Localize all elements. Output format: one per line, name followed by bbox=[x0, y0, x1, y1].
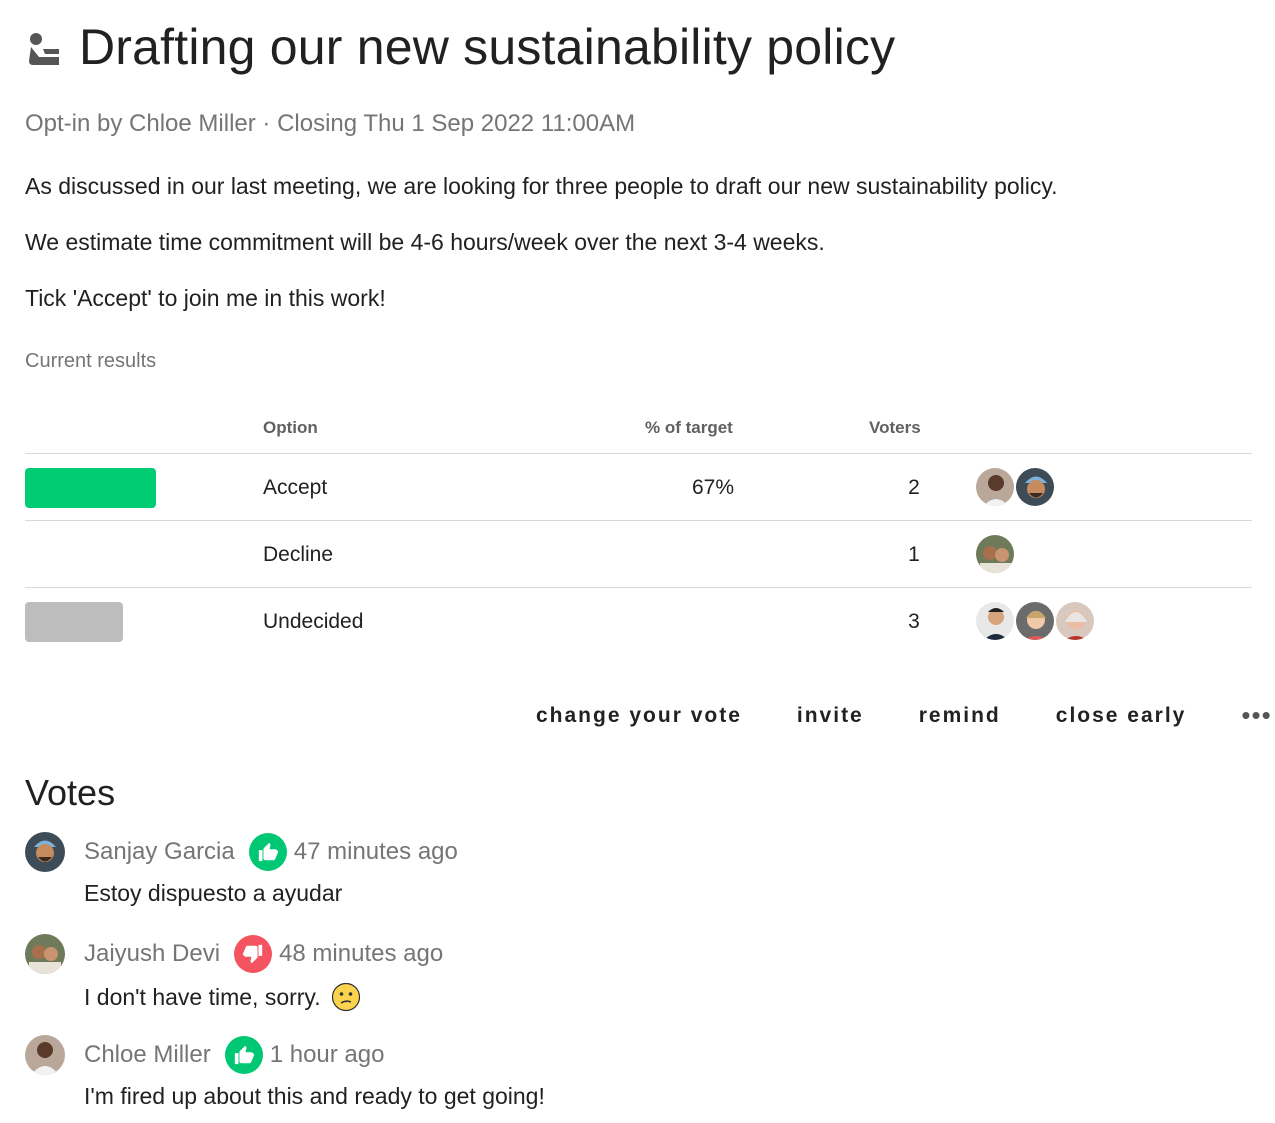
thumbs-up-icon bbox=[248, 833, 287, 871]
invite-button[interactable]: invite bbox=[797, 704, 864, 728]
results-header-row: Option % of target Voters bbox=[25, 400, 1252, 454]
avatar[interactable] bbox=[1015, 601, 1055, 641]
vote-timestamp[interactable]: 48 minutes ago bbox=[279, 940, 443, 968]
avatar[interactable] bbox=[25, 934, 65, 974]
avatar[interactable] bbox=[975, 534, 1015, 574]
voter-count: 1 bbox=[908, 543, 920, 566]
voter-avatars bbox=[975, 601, 1095, 641]
voter-count: 3 bbox=[908, 610, 920, 633]
vote-reason: Estoy dispuesto a ayudar bbox=[84, 880, 342, 907]
voters-column-header: Voters bbox=[869, 418, 921, 437]
result-bar bbox=[25, 468, 156, 508]
avatar[interactable] bbox=[25, 832, 65, 872]
voter-name[interactable]: Chloe Miller bbox=[84, 1041, 211, 1069]
voter-name[interactable]: Sanjay Garcia bbox=[84, 838, 235, 866]
page-title: Drafting our new sustainability policy bbox=[79, 19, 896, 75]
results-label: Current results bbox=[25, 350, 157, 372]
thumbs-up-icon bbox=[224, 1036, 263, 1074]
vote-reason-text: I'm fired up about this and ready to get… bbox=[84, 1083, 545, 1109]
vote-timestamp[interactable]: 47 minutes ago bbox=[294, 838, 458, 866]
pct-column-header: % of target bbox=[645, 418, 733, 437]
vote-reason-text: I don't have time, sorry. bbox=[84, 983, 321, 1010]
result-row-accept: Accept 67% 2 bbox=[25, 454, 1252, 521]
avatar[interactable] bbox=[975, 601, 1015, 641]
avatar[interactable] bbox=[1055, 601, 1095, 641]
more-options-icon[interactable]: ••• bbox=[1241, 700, 1271, 731]
voter-count: 2 bbox=[908, 476, 920, 499]
opt-in-poll-icon bbox=[25, 27, 65, 67]
close-early-button[interactable]: close early bbox=[1056, 704, 1187, 728]
vote-timestamp[interactable]: 1 hour ago bbox=[270, 1041, 385, 1069]
confused-face-emoji-icon bbox=[331, 982, 361, 1012]
option-label: Accept bbox=[263, 476, 328, 499]
avatar[interactable] bbox=[975, 467, 1015, 507]
votes-heading: Votes bbox=[25, 772, 116, 813]
poll-header: Drafting our new sustainability policy bbox=[25, 18, 895, 76]
option-label: Decline bbox=[263, 543, 334, 566]
voter-avatars bbox=[975, 534, 1015, 574]
voter-avatars bbox=[975, 467, 1055, 507]
avatar[interactable] bbox=[1015, 467, 1055, 507]
description-paragraph: Tick 'Accept' to join me in this work! bbox=[25, 285, 386, 311]
vote-reason: I'm fired up about this and ready to get… bbox=[84, 1083, 545, 1110]
option-column-header: Option bbox=[263, 418, 318, 437]
remind-button[interactable]: remind bbox=[919, 704, 1001, 728]
result-bar bbox=[25, 602, 123, 642]
poll-description: As discussed in our last meeting, we are… bbox=[25, 172, 1255, 340]
results-table: Option % of target Voters Accept 67% 2 D… bbox=[25, 400, 1252, 655]
voter-name[interactable]: Jaiyush Devi bbox=[84, 940, 220, 968]
vote-reason: I don't have time, sorry. bbox=[84, 982, 361, 1012]
poll-meta: Opt-in by Chloe Miller · Closing Thu 1 S… bbox=[25, 110, 636, 137]
result-row-undecided: Undecided 3 bbox=[25, 588, 1252, 655]
vote-reason-text: Estoy dispuesto a ayudar bbox=[84, 880, 343, 906]
result-row-decline: Decline 1 bbox=[25, 521, 1252, 588]
pct-of-target: 67% bbox=[691, 476, 734, 499]
thumbs-down-icon bbox=[234, 935, 273, 973]
poll-actions: change your vote invite remind close ear… bbox=[536, 700, 1272, 731]
avatar[interactable] bbox=[25, 1035, 65, 1075]
change-vote-button[interactable]: change your vote bbox=[536, 704, 742, 728]
option-label: Undecided bbox=[263, 610, 364, 633]
description-paragraph: As discussed in our last meeting, we are… bbox=[25, 173, 1058, 199]
description-paragraph: We estimate time commitment will be 4-6 … bbox=[25, 229, 825, 255]
